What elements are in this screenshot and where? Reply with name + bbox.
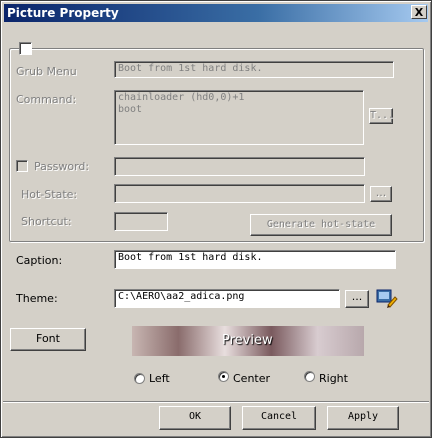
shortcut-label: Shortcut: [21,215,72,228]
button-separator [3,401,429,403]
password-checkbox[interactable] [16,160,28,172]
cancel-button[interactable]: Cancel [242,406,316,430]
align-center-label: Center [233,372,271,385]
title-bar: Picture Property [4,4,428,22]
shortcut-field[interactable] [114,212,168,231]
font-button-label: Font [36,332,60,345]
hot-state-browse-button[interactable]: ... [370,186,392,202]
close-button[interactable]: X [411,5,427,19]
grub-menu-label: Grub Menu [16,65,77,78]
caption-label: Caption: [16,254,63,267]
hot-state-label: Hot-State: [21,188,78,201]
hot-state-field[interactable] [114,184,365,203]
theme-browse-button[interactable]: ... [345,290,369,308]
ok-button[interactable]: OK [159,406,231,430]
password-label: Password: [34,160,90,173]
theme-label: Theme: [16,292,58,305]
picture-property-dialog: Picture Property X Grub Menu Boot from 1… [0,0,432,438]
align-left-radio[interactable] [134,373,145,384]
grub-menu-field[interactable]: Boot from 1st hard disk. [114,61,394,78]
caption-field[interactable]: Boot from 1st hard disk. [114,250,396,269]
apply-button[interactable]: Apply [327,406,399,430]
theme-field[interactable]: C:\AERO\aa2_adica.png [114,289,340,308]
command-template-button[interactable]: T... [369,108,394,124]
window-title: Picture Property [7,6,119,20]
preview-image: Preview [132,326,364,356]
command-label: Command: [16,93,77,106]
password-field[interactable] [114,157,365,176]
edit-theme-icon[interactable] [376,288,398,308]
preview-text: Preview [222,333,273,348]
align-left-label: Left [149,372,170,385]
align-right-label: Right [319,372,348,385]
generate-hot-state-button[interactable]: Generate hot-state [250,214,392,236]
command-field[interactable]: chainloader (hd0,0)+1 boot [114,90,364,145]
align-right-radio[interactable] [304,371,315,382]
align-center-radio[interactable] [218,371,229,382]
group-enable-checkbox[interactable] [19,42,32,55]
font-button[interactable]: Font [10,328,86,351]
